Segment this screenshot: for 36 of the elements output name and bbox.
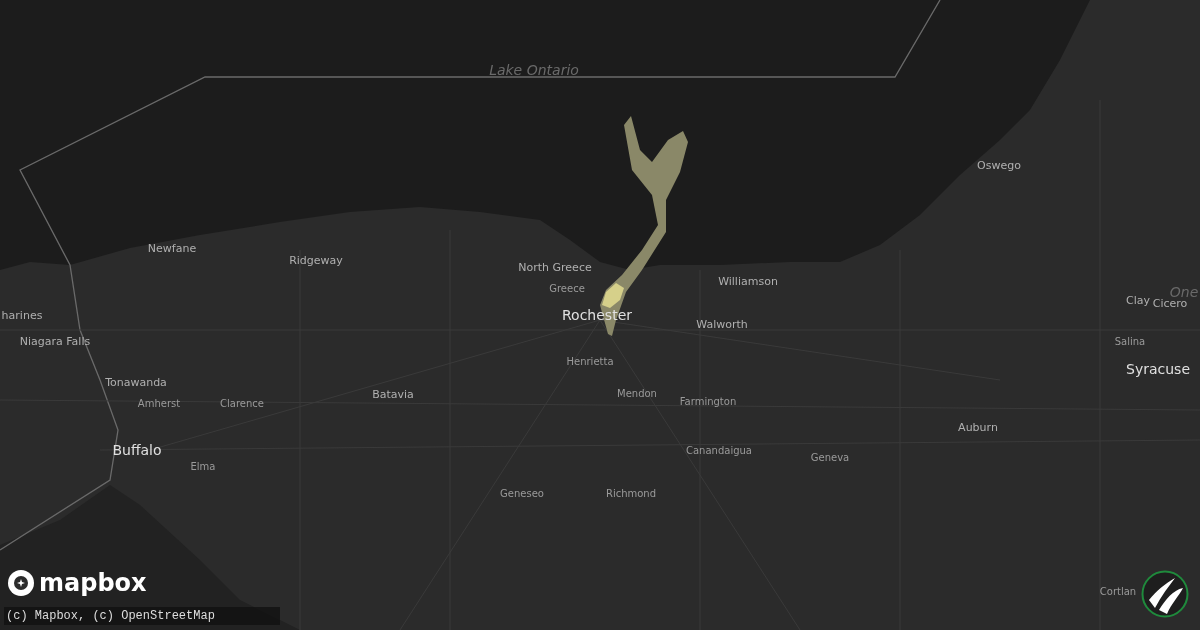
logo-text: mapbox xyxy=(39,571,147,595)
logo-icon xyxy=(1141,570,1189,618)
place-label: Canandaigua xyxy=(686,446,752,456)
place-label: Ridgeway xyxy=(289,254,343,266)
place-label: Rochester xyxy=(562,308,632,322)
place-label: Cortlan xyxy=(1099,587,1137,597)
place-label: Henrietta xyxy=(566,357,614,367)
storm-core xyxy=(602,283,624,308)
place-label: Syracuse xyxy=(1126,362,1190,376)
place-label: Auburn xyxy=(958,421,998,433)
place-label: Niagara Falls xyxy=(19,335,91,347)
place-label: Geneva xyxy=(810,453,850,463)
attribution-text: (c) Mapbox, (c) OpenStreetMap xyxy=(4,607,280,625)
place-label: Elma xyxy=(190,462,216,472)
place-label: harines xyxy=(1,309,43,321)
place-label: Walworth xyxy=(696,318,748,330)
logo-icon xyxy=(6,568,36,598)
place-label: Richmond xyxy=(605,489,657,499)
place-label: Salina xyxy=(1114,337,1146,347)
place-label: Clay xyxy=(1126,294,1150,306)
water-label: Lake Ontario xyxy=(489,63,579,77)
place-label: Oswego xyxy=(977,159,1021,171)
place-label: Greece xyxy=(549,284,585,294)
place-label: Batavia xyxy=(372,388,414,400)
place-label: Cicero xyxy=(1152,297,1188,309)
place-label: Farmington xyxy=(679,397,737,407)
place-label: Tonawanda xyxy=(105,376,167,388)
water-label: One xyxy=(1169,285,1199,299)
place-label: North Greece xyxy=(518,261,592,273)
place-label: Clarence xyxy=(220,399,264,409)
place-label: Geneseo xyxy=(500,489,544,499)
place-label: Williamson xyxy=(718,275,778,287)
place-label: Mendon xyxy=(617,389,657,399)
place-label: Amherst xyxy=(137,399,181,409)
place-label: Newfane xyxy=(147,242,197,254)
place-label: Buffalo xyxy=(112,443,162,457)
